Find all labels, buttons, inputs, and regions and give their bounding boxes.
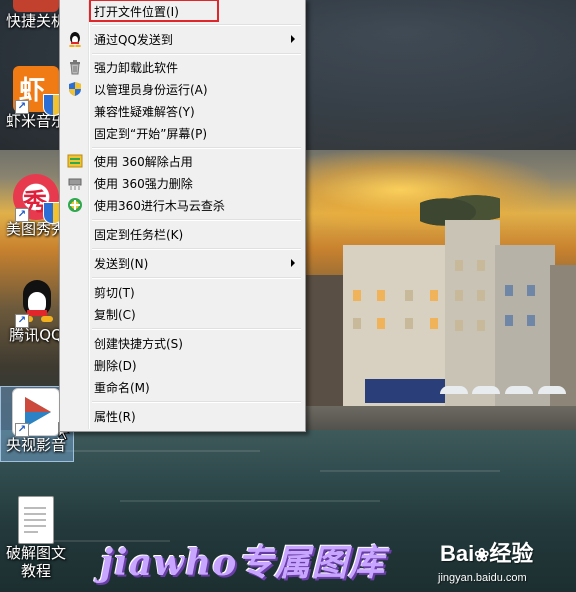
qq-penguin-icon (67, 31, 83, 48)
360-shredder-icon (67, 175, 83, 191)
cctv-player-icon: ↗ (12, 388, 60, 437)
menu-separator (92, 401, 301, 403)
menu-item-create-shortcut[interactable]: 创建快捷方式(S) (62, 332, 303, 354)
submenu-arrow-icon (291, 259, 295, 267)
menu-separator (92, 53, 301, 55)
menu-item-label: 使用360进行木马云查杀 (94, 199, 225, 213)
shutdown-app-icon (13, 0, 59, 12)
menu-item-360-force-delete[interactable]: 使用 360强力删除 (62, 172, 303, 194)
menu-separator (92, 277, 301, 279)
baidu-url-watermark: jingyan.baidu.com (438, 572, 527, 584)
menu-separator (92, 328, 301, 330)
menu-item-label: 复制(C) (94, 308, 136, 322)
menu-item-360-trojan-scan[interactable]: 使用360进行木马云查杀 (62, 194, 303, 216)
shortcut-arrow-icon: ↗ (15, 423, 29, 437)
menu-item-label: 固定到“开始”屏幕(P) (94, 127, 208, 141)
text-document-icon (18, 496, 54, 544)
menu-item-send-via-qq[interactable]: 通过QQ发送到 (62, 28, 303, 50)
shortcut-arrow-icon: ↗ (15, 100, 29, 114)
menu-item-cut[interactable]: 剪切(T) (62, 281, 303, 303)
menu-item-delete[interactable]: 删除(D) (62, 354, 303, 376)
baidu-jingyan-logo: Bai❀经验 (440, 536, 533, 568)
menu-item-label: 创建快捷方式(S) (94, 337, 183, 351)
menu-item-pin-to-start[interactable]: 固定到“开始”屏幕(P) (62, 122, 303, 144)
desktop-icon-tutorial-doc[interactable]: 破解图文 教程 (0, 496, 72, 580)
menu-item-compatibility[interactable]: 兼容性疑难解答(Y) (62, 100, 303, 122)
submenu-arrow-icon (291, 35, 295, 43)
uac-shield-icon (67, 81, 83, 97)
menu-item-label: 强力卸载此软件 (94, 61, 179, 75)
menu-item-rename[interactable]: 重命名(M) (62, 376, 303, 398)
menu-separator (92, 147, 301, 149)
menu-item-label: 删除(D) (94, 359, 137, 373)
menu-item-label: 剪切(T) (94, 286, 135, 300)
author-watermark: jiawho专属图库 (100, 542, 386, 584)
meitu-icon: 秀 ↗ (13, 174, 63, 224)
menu-item-copy[interactable]: 复制(C) (62, 303, 303, 325)
baidu-brand-text: Bai (440, 541, 475, 566)
buildings (305, 200, 576, 415)
menu-item-label: 重命名(M) (94, 381, 150, 395)
menu-separator (92, 219, 301, 221)
menu-item-label: 兼容性疑难解答(Y) (94, 105, 195, 119)
highlight-annotation-box (89, 0, 219, 22)
menu-item-label: 发送到(N) (94, 257, 149, 271)
context-menu: 打开文件位置(I) 通过QQ发送到 强力卸载此软件 以管理员身份运行(A) 兼容… (59, 0, 306, 432)
qq-penguin-icon: ↗ (13, 280, 59, 328)
xiami-music-icon: 虾 ↗ (13, 66, 63, 116)
paw-icon: ❀ (474, 545, 490, 565)
menu-item-label: 以管理员身份运行(A) (94, 83, 208, 97)
menu-item-pin-to-taskbar[interactable]: 固定到任务栏(K) (62, 223, 303, 245)
menu-item-force-uninstall[interactable]: 强力卸载此软件 (62, 56, 303, 78)
menu-item-run-as-admin[interactable]: 以管理员身份运行(A) (62, 78, 303, 100)
shortcut-arrow-icon: ↗ (15, 314, 29, 328)
menu-item-send-to[interactable]: 发送到(N) (62, 252, 303, 274)
desktop-icon-label-line2: 教程 (20, 562, 51, 580)
menu-item-label: 使用 360解除占用 (94, 155, 193, 169)
menu-separator (92, 24, 301, 26)
jingyan-text: 经验 (489, 541, 534, 566)
menu-separator (92, 248, 301, 250)
shortcut-arrow-icon: ↗ (15, 208, 29, 222)
menu-item-label: 属性(R) (94, 410, 136, 424)
menu-item-properties[interactable]: 属性(R) (62, 405, 303, 427)
menu-item-360-unlock[interactable]: 使用 360解除占用 (62, 150, 303, 172)
desktop-icon-label-line1: 破解图文 (5, 544, 66, 562)
menu-item-label: 固定到任务栏(K) (94, 228, 184, 242)
360-unlock-icon (67, 153, 83, 169)
360-scan-icon (67, 197, 83, 213)
trash-icon (67, 59, 83, 75)
menu-item-label: 通过QQ发送到 (94, 33, 173, 47)
menu-item-label: 使用 360强力删除 (94, 177, 193, 191)
